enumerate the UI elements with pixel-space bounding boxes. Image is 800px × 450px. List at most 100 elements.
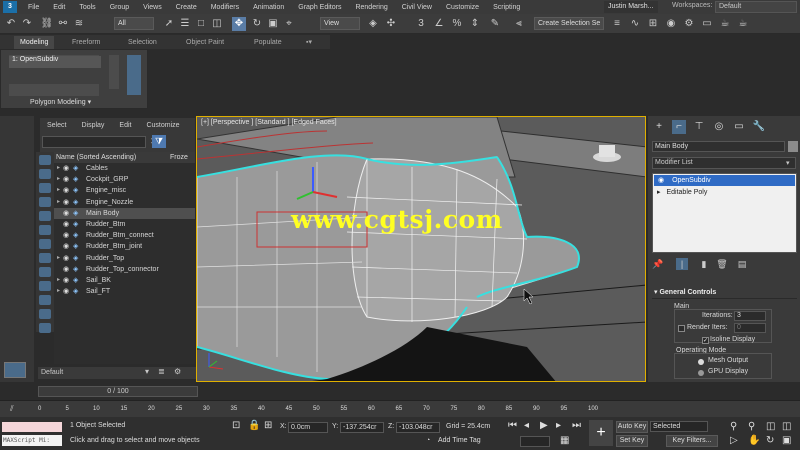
isoline-display-checkbox[interactable]: ✓ (702, 337, 709, 344)
modifier-list-arrow-icon[interactable]: ▾ (786, 159, 790, 167)
eye-icon[interactable]: ◉ (63, 185, 73, 196)
configure-modifier-sets-icon[interactable]: ▤ (736, 258, 748, 270)
polygon-modeling-title[interactable]: Polygon Modeling ▾ (30, 98, 91, 106)
absolute-mode-icon[interactable]: ⊞ (264, 420, 272, 431)
pin-stack-icon[interactable]: 📌 (652, 258, 664, 270)
remove-modifier-icon[interactable]: 🗑 (716, 258, 728, 270)
list-item[interactable]: ▸ ◉ ◈ Engine_Nozzle (54, 197, 195, 208)
orbit-icon[interactable]: ↻ (766, 435, 774, 446)
mesh-output-radio[interactable] (698, 359, 704, 365)
menu-views[interactable]: Views (136, 4, 169, 11)
gpu-display-radio[interactable] (698, 370, 704, 376)
selection-lock-icon[interactable]: 🔒 (248, 420, 260, 431)
eye-icon[interactable]: ◉ (63, 197, 73, 208)
reference-coordinate-dropdown[interactable]: View (320, 17, 360, 30)
ribbon-nav-buttons[interactable] (109, 55, 119, 89)
zoom-extents-icon[interactable]: ◫ (766, 421, 775, 432)
set-key-plus-icon[interactable]: + (589, 420, 613, 446)
previous-frame-icon[interactable]: ◂ (524, 420, 529, 431)
user-account-menu[interactable]: Justin Marsh... (604, 1, 658, 13)
scene-menu-select[interactable]: Select (47, 122, 66, 129)
show-end-result-icon[interactable]: | (676, 258, 688, 270)
list-item[interactable]: ◉ ◈ Rudder_Top_connector (54, 264, 195, 275)
material-editor-icon[interactable]: ◉ (664, 17, 678, 31)
set-key-button[interactable]: Set Key (616, 435, 648, 447)
stack-item-opensubdiv[interactable]: ◉ OpenSubdiv (654, 175, 795, 186)
perspective-viewport[interactable]: [+] [Perspective ] [Standard ] [Edged Fa… (196, 116, 646, 382)
selection-region-icon[interactable]: □ (194, 17, 208, 31)
display-bones-icon[interactable] (39, 267, 51, 277)
render-iters-spinner[interactable]: 0 (734, 323, 766, 333)
go-to-start-icon[interactable]: ⏮ (508, 420, 517, 431)
display-spacewarps-icon[interactable] (39, 225, 51, 235)
rollout-header[interactable]: ▾ General Controls (652, 287, 797, 299)
go-to-end-icon[interactable]: ⏭ (572, 420, 581, 431)
window-crossing-icon[interactable]: ◫ (210, 17, 224, 31)
selection-filter-dropdown[interactable]: All (114, 17, 154, 30)
select-object-icon[interactable]: ➚ (162, 17, 176, 31)
spinner-snap-icon[interactable]: ⇕ (468, 17, 482, 31)
object-color-swatch[interactable] (788, 141, 798, 152)
name-column-header[interactable]: Name (Sorted Ascending) Froze (54, 152, 195, 163)
display-containers-icon[interactable] (39, 281, 51, 291)
list-item[interactable]: ◉ ◈ Main Body (54, 207, 195, 219)
current-layer[interactable]: Default (41, 369, 63, 376)
eye-icon[interactable]: ◉ (63, 219, 73, 230)
stack-item-editable-poly[interactable]: ▸ Editable Poly (653, 187, 796, 198)
modifier-list-dropdown[interactable]: Modifier List (652, 157, 796, 169)
bind-spacewarp-icon[interactable]: ≋ (72, 17, 86, 31)
percent-snap-icon[interactable]: % (450, 17, 464, 31)
select-by-name-icon[interactable]: ☰ (178, 17, 192, 31)
tab-selection[interactable]: Selection (122, 36, 163, 49)
display-lights-icon[interactable] (39, 183, 51, 193)
render-setup-icon[interactable]: ⚙ (682, 17, 696, 31)
layer-dropdown-arrow-icon[interactable]: ▾ (145, 367, 149, 376)
layer-settings-icon[interactable]: ⚙ (174, 367, 181, 376)
make-unique-icon[interactable]: ▮ (698, 258, 710, 270)
expand-arrow-icon[interactable]: ▸ (657, 189, 661, 196)
field-of-view-icon[interactable]: ▷ (730, 435, 738, 446)
list-item[interactable]: ◉ ◈ Rudder_Btm_joint (54, 241, 195, 252)
eye-icon[interactable]: ◉ (63, 174, 73, 185)
eye-icon[interactable]: ◉ (63, 286, 73, 297)
maximize-viewport-icon[interactable]: ▣ (782, 435, 791, 446)
eye-icon[interactable]: ◉ (63, 275, 73, 286)
named-selection-icon[interactable]: ✎ (488, 17, 502, 31)
list-item[interactable]: ▸ ◉ ◈ Sail_FT (54, 286, 195, 297)
menu-create[interactable]: Create (169, 4, 204, 11)
pan-view-icon[interactable]: ✋ (748, 435, 760, 446)
display-geometry-icon[interactable] (39, 155, 51, 165)
menu-tools[interactable]: Tools (72, 4, 102, 11)
menu-scripting[interactable]: Scripting (486, 4, 527, 11)
select-move-icon[interactable]: ✥ (232, 17, 246, 31)
display-xrefs-icon[interactable] (39, 253, 51, 263)
menu-graph-editors[interactable]: Graph Editors (291, 4, 348, 11)
curve-editor-icon[interactable]: ∿ (628, 17, 642, 31)
clock-icon[interactable]: ◔ (426, 437, 430, 444)
app-logo[interactable]: 3 (3, 1, 17, 13)
eye-icon[interactable]: ◉ (63, 230, 73, 241)
scene-search-input[interactable] (42, 136, 146, 148)
layer-explorer-icon[interactable]: ≡ (610, 17, 624, 31)
y-coordinate-field[interactable]: -137.254cr (340, 422, 384, 433)
render-iters-checkbox[interactable] (678, 325, 685, 332)
z-coordinate-field[interactable]: -103.048cr (396, 422, 440, 433)
modify-tab-icon[interactable]: ⌐ (672, 120, 686, 134)
ribbon-modifier-stack-field[interactable]: 1: OpenSubdiv (9, 56, 101, 68)
eye-icon[interactable]: ◉ (63, 253, 73, 264)
create-tab-icon[interactable]: + (652, 120, 666, 134)
select-scale-icon[interactable]: ▣ (266, 17, 280, 31)
tab-populate[interactable]: Populate (248, 36, 288, 49)
zoom-all-icon[interactable]: ⚲ (748, 421, 755, 432)
menu-modifiers[interactable]: Modifiers (204, 4, 246, 11)
tab-freeform[interactable]: Freeform (66, 36, 106, 49)
angle-snap-icon[interactable]: ∠ (432, 17, 446, 31)
timeline[interactable]: ⫽ 0 5 10 15 20 25 30 35 40 45 50 55 60 65 70 75 80 85 90 95… (0, 400, 800, 417)
eye-icon[interactable]: ◉ (63, 264, 73, 275)
motion-tab-icon[interactable]: ◎ (712, 120, 726, 134)
viewport-label[interactable]: [+] [Perspective ] [Standard ] [Edged Fa… (201, 119, 337, 126)
pivot-center-icon[interactable]: ◈ (366, 17, 380, 31)
render-production-icon[interactable]: ☕ (718, 17, 732, 31)
zoom-icon[interactable]: ⚲ (730, 421, 737, 432)
link-icon[interactable]: ⛓ (40, 17, 54, 31)
